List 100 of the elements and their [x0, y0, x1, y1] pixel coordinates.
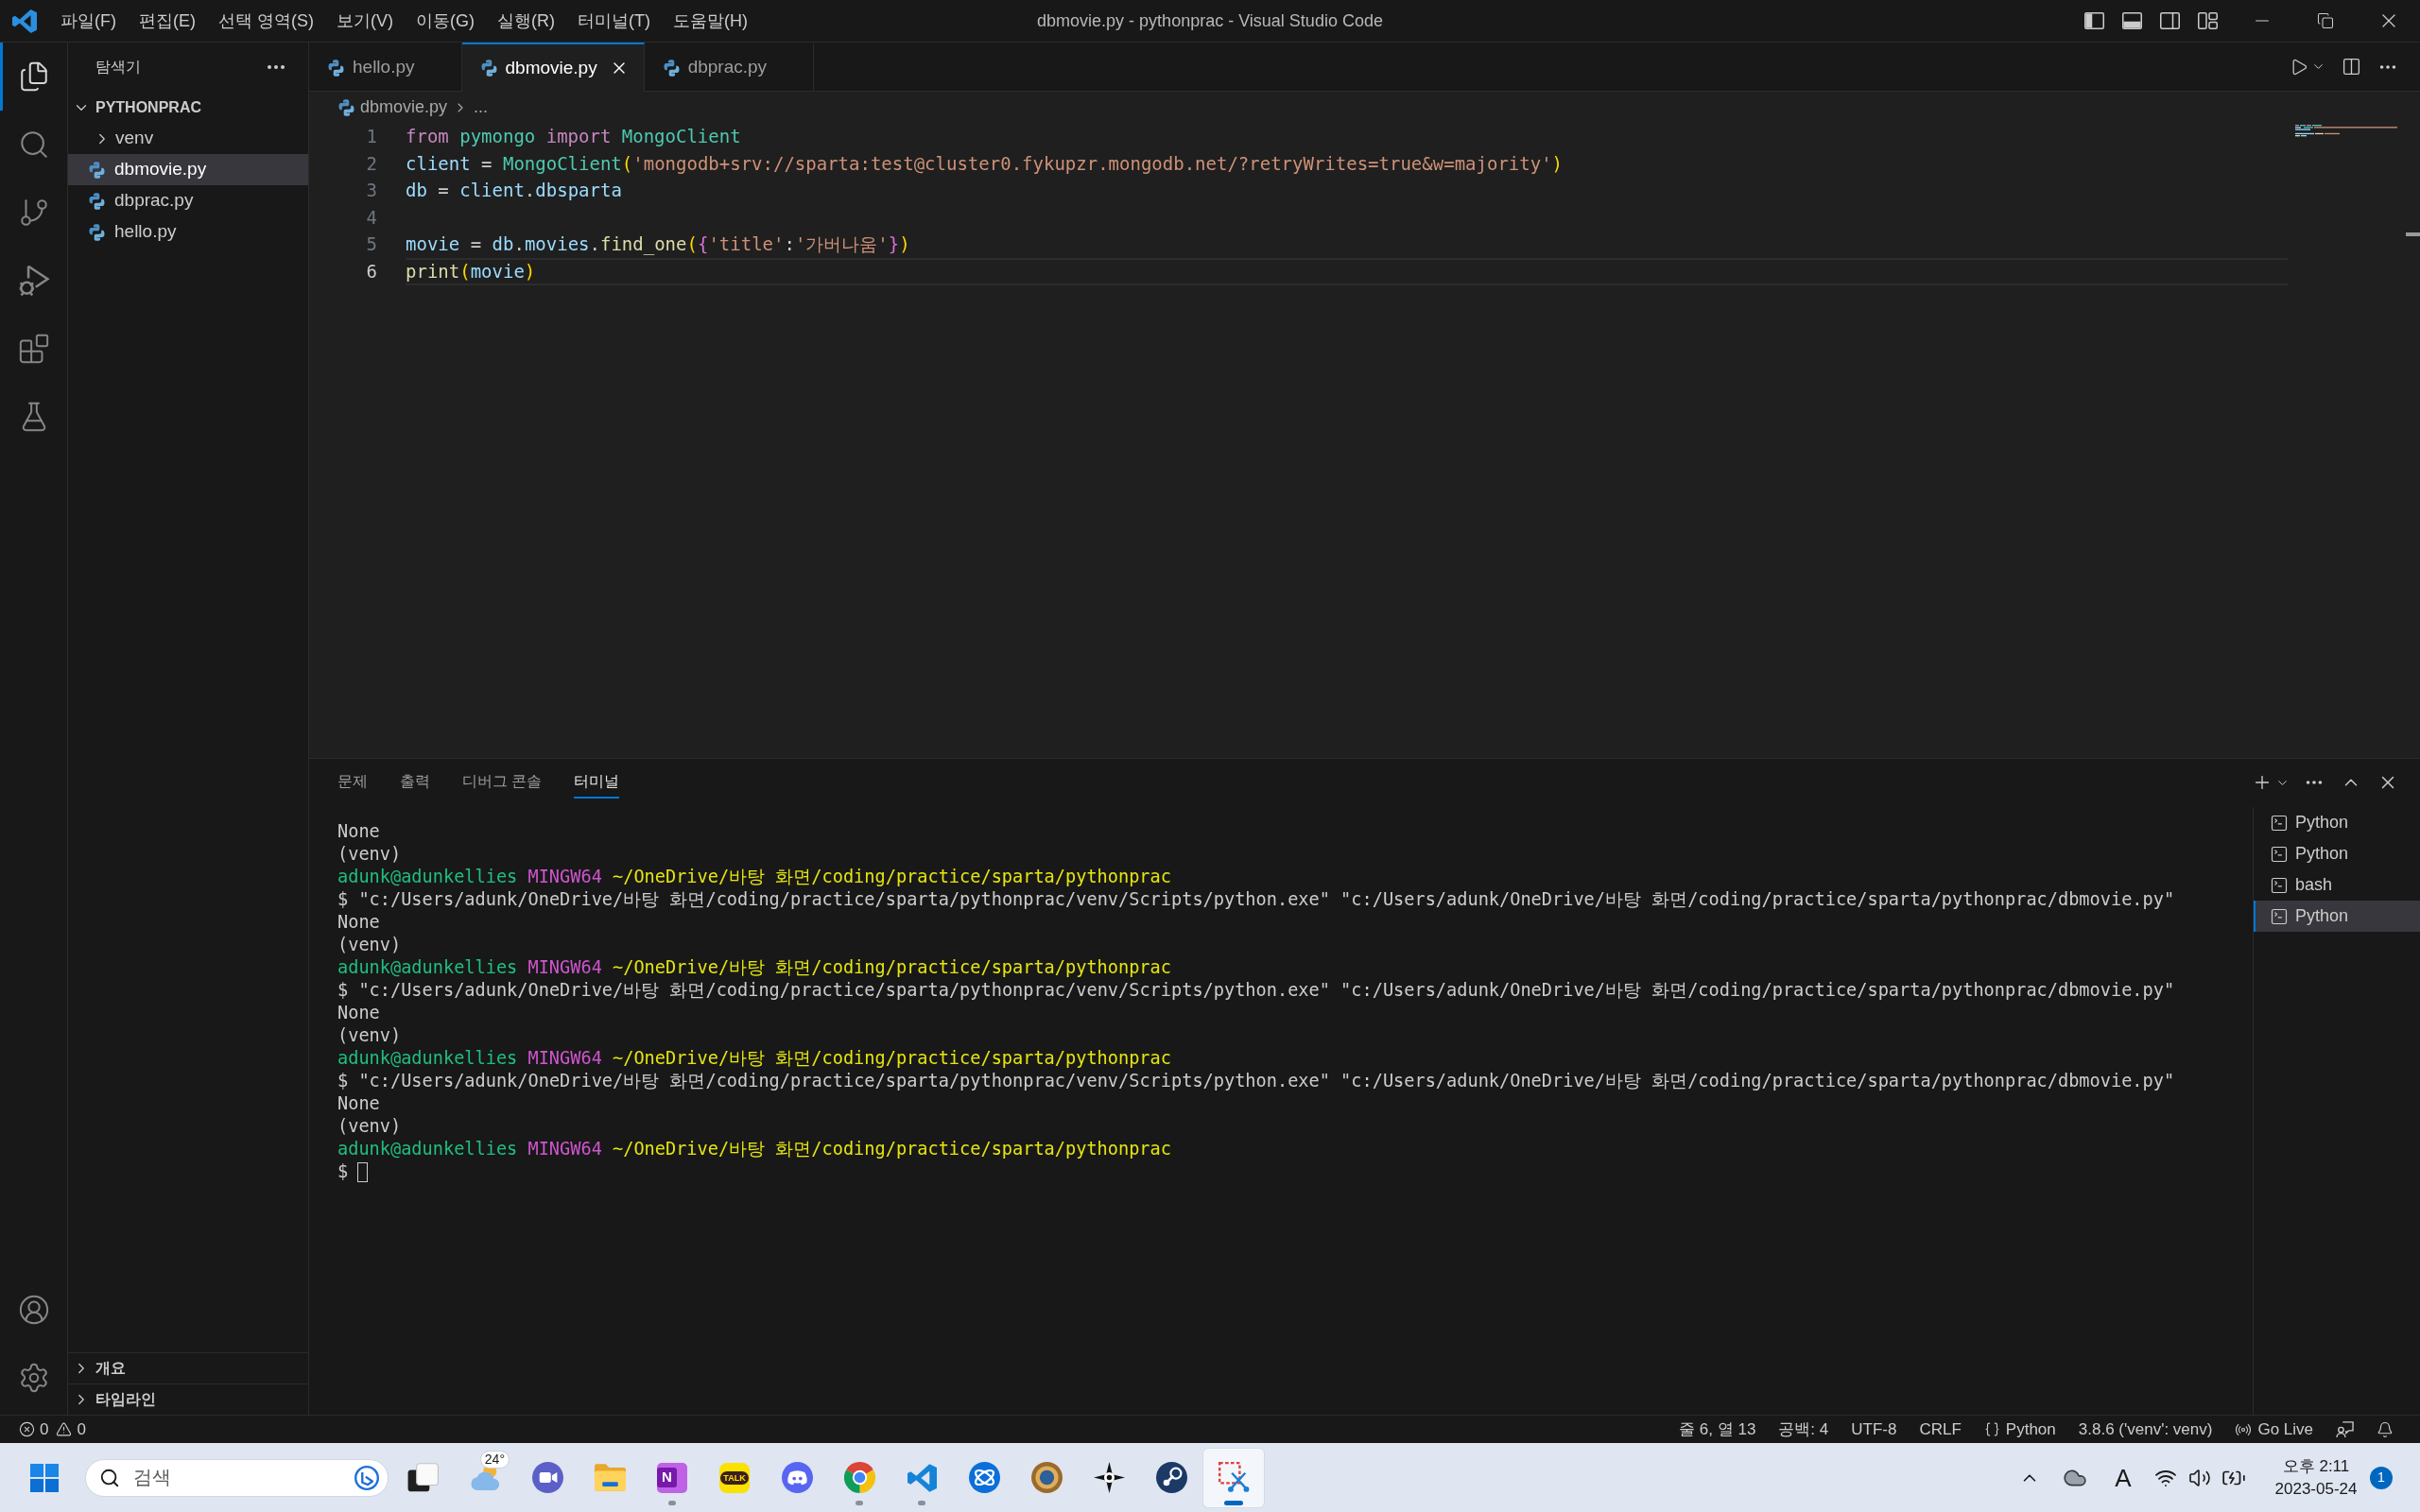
file-tree-item[interactable]: dbmovie.py [68, 154, 308, 185]
search-field[interactable]: 검색 [85, 1458, 389, 1497]
terminal-icon [2270, 813, 2289, 833]
terminal-line: $ "c:/Users/adunk/OneDrive/바탕 화면/coding/practice/sparta/pythonprac/venv/Scripts/python.exe" "c:/Users/adunk/OneDrive/바탕 화면/coding/practice/sparta/pythonprac/dbmovie.py" [337, 888, 2175, 911]
panel-tab[interactable]: 디버그 콘솔 [462, 766, 543, 799]
terminal-line: adunk@adunkellies MINGW64 ~/OneDrive/바탕 화면/coding/practice/sparta/pythonprac [337, 866, 1171, 888]
python-file-icon [89, 161, 105, 179]
app-logo-icon [12, 9, 37, 33]
status-item[interactable]: 줄 6, 열 13 [1668, 1417, 1768, 1442]
python-file-icon [663, 59, 680, 77]
terminal-session-item[interactable]: bash [2254, 869, 2420, 901]
code-line: print(movie) [406, 260, 536, 284]
secondary-sidebar-toggle-icon[interactable] [2159, 12, 2180, 29]
menu-item[interactable]: 실행(R) [486, 5, 566, 37]
notification-badge[interactable]: 1 [2370, 1466, 2393, 1489]
video-chat-icon [531, 1462, 563, 1493]
blocks-icon [18, 333, 50, 365]
folder-icon [594, 1462, 626, 1493]
logo-letter: N [657, 1468, 677, 1487]
python-file-icon [89, 192, 105, 210]
sidebar-toggle-icon[interactable] [2083, 12, 2104, 29]
taskbar-app-button[interactable]: 24° [454, 1447, 516, 1508]
line-number: 1 [366, 125, 377, 149]
controller-face-icon [781, 1462, 813, 1493]
chat-logo-icon [354, 1465, 379, 1490]
code-line: from pymongo import MongoClient [406, 125, 741, 149]
terminal-icon [2270, 906, 2289, 926]
terminal-icon [2270, 875, 2289, 895]
error-icon [19, 1421, 35, 1437]
code-line: movie = db.movies.find_one({'title':'가버나움'}) [406, 232, 910, 257]
terminal-session-item[interactable]: Python [2254, 807, 2420, 838]
terminal-icon [2270, 844, 2289, 864]
scrollbar-marker [2406, 232, 2420, 236]
panel-toggle-icon[interactable] [2121, 12, 2142, 29]
folder-row[interactable]: PYTHONPRAC [68, 92, 308, 123]
terminal-session-item[interactable]: Python [2254, 838, 2420, 869]
go-live-button[interactable]: Go Live [2223, 1417, 2325, 1442]
settings-icon [18, 1362, 50, 1394]
temperature-badge: 24° [479, 1450, 510, 1469]
clock-button[interactable]: 오후 2:11 2023-05-24 [2264, 1454, 2368, 1501]
terminal-line: None [337, 1002, 380, 1024]
python-file-icon [328, 59, 344, 77]
line-number: 2 [366, 151, 377, 176]
panel-tab[interactable]: 문제 [337, 766, 368, 799]
four-point-star-icon [1093, 1462, 1125, 1493]
editor-tab[interactable]: hello.py [309, 43, 462, 92]
status-item[interactable]: 공백: 4 [1767, 1417, 1841, 1442]
warning-icon [56, 1421, 73, 1437]
taskbar-app-button[interactable]: N [641, 1447, 703, 1508]
panel-tab[interactable]: 출력 [400, 766, 430, 799]
file-tree-item[interactable]: dbprac.py [68, 185, 308, 216]
account-icon [18, 1294, 50, 1326]
file-tree-item[interactable]: hello.py [68, 216, 308, 248]
problems-status[interactable]: 0 0 [19, 1417, 86, 1442]
terminal-line: (venv) [337, 1115, 402, 1138]
terminal-session-item[interactable]: Python [2254, 901, 2420, 932]
terminal-line: (venv) [337, 1024, 402, 1047]
restore-icon[interactable] [2316, 12, 2334, 29]
python-file-icon [89, 223, 105, 241]
panel-tab[interactable]: 터미널 [574, 766, 620, 799]
menu-item[interactable]: 선택 영역(S) [207, 5, 325, 37]
terminal-line: adunk@adunkellies MINGW64 ~/OneDrive/바탕 화면/coding/practice/sparta/pythonprac [337, 956, 1171, 979]
orbit-icon [968, 1462, 1000, 1493]
menu-item[interactable]: 터미널(T) [566, 5, 662, 37]
menu-item[interactable]: 보기(V) [325, 5, 405, 37]
ring-emblem-icon [1030, 1462, 1063, 1493]
taskbar-app-button[interactable]: TALK [703, 1447, 766, 1508]
status-item[interactable]: 3.8.6 ('venv': venv) [2066, 1417, 2224, 1442]
search-icon [18, 129, 50, 161]
input-indicator[interactable]: A [2115, 1463, 2132, 1492]
sidebar-section-header[interactable]: 개요 [68, 1352, 308, 1383]
line-number: 6 [366, 260, 377, 284]
python-file-icon [338, 98, 354, 116]
notifications-icon[interactable] [2377, 1420, 2394, 1438]
files-icon [18, 60, 50, 93]
code-line: db = client.dbsparta [406, 179, 622, 203]
breadcrumb-item[interactable]: ... [474, 94, 489, 120]
terminal-line: None [337, 1092, 380, 1115]
editor-tab[interactable]: dbmovie.py [461, 43, 645, 92]
file-tree-item[interactable]: venv [68, 123, 308, 154]
feedback-icon[interactable] [2336, 1420, 2354, 1438]
layout-icon[interactable] [2197, 12, 2218, 29]
scissors-icon [1218, 1462, 1250, 1493]
menu-item[interactable]: 파일(F) [49, 5, 128, 37]
braces-icon [1983, 1421, 2000, 1437]
status-item[interactable]: UTF-8 [1840, 1417, 1909, 1442]
status-item[interactable]: CRLF [1908, 1417, 1973, 1442]
editor-tab[interactable]: dbprac.py [644, 43, 815, 92]
menu-item[interactable]: 편집(E) [128, 5, 207, 37]
menu-item[interactable]: 이동(G) [405, 5, 486, 37]
terminal-line: adunk@adunkellies MINGW64 ~/OneDrive/바탕 화면/coding/practice/sparta/pythonprac [337, 1047, 1171, 1070]
python-file-icon [480, 60, 497, 77]
language-status[interactable]: Python [1972, 1417, 2067, 1442]
piston-icon [1155, 1462, 1187, 1493]
play-bug-icon [18, 265, 50, 297]
menu-item[interactable]: 도움말(H) [661, 5, 759, 37]
terminal-line: None [337, 820, 380, 843]
breadcrumb-item[interactable]: dbmovie.py [360, 94, 448, 120]
logo-text: TALK [720, 1470, 749, 1485]
split-editor-icon[interactable] [2342, 57, 2361, 77]
